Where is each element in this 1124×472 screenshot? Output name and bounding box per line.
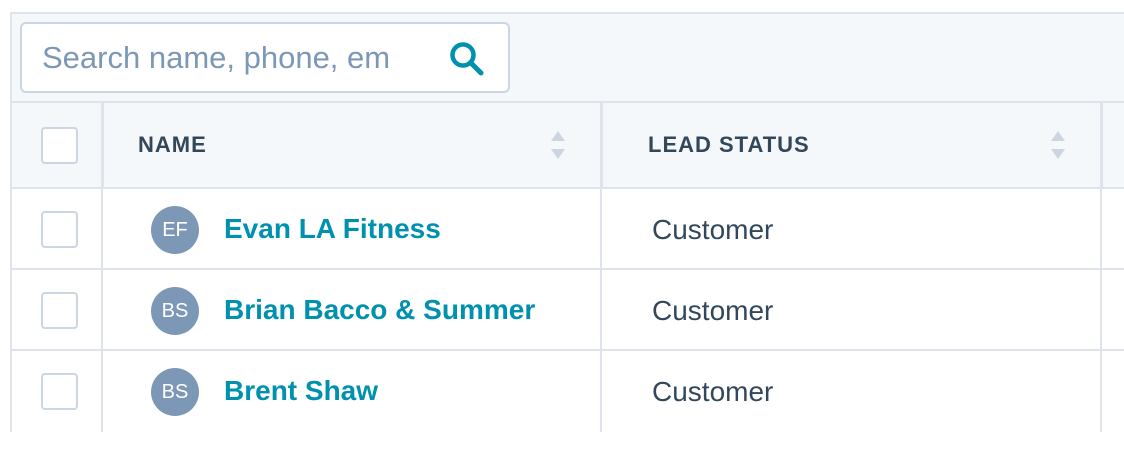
cell-divider xyxy=(1100,270,1102,349)
contact-name-link[interactable]: Brent Shaw xyxy=(224,375,378,407)
column-header-lead-status[interactable]: LEAD STATUS xyxy=(648,103,810,187)
select-all-checkbox[interactable] xyxy=(41,127,78,164)
search-icon[interactable] xyxy=(448,40,486,78)
cell-divider xyxy=(101,189,103,268)
lead-status-value: Customer xyxy=(652,295,774,326)
cell-divider xyxy=(600,189,602,268)
column-divider[interactable] xyxy=(600,103,603,187)
row-checkbox[interactable] xyxy=(41,211,78,248)
cell-divider xyxy=(600,270,602,349)
column-divider[interactable] xyxy=(1100,103,1103,187)
table-header: NAME LEAD STATUS xyxy=(12,101,1124,189)
avatar: BS xyxy=(151,368,199,416)
cell-divider xyxy=(1100,351,1102,432)
column-divider[interactable] xyxy=(101,103,104,187)
search-box[interactable] xyxy=(20,22,510,93)
table-row: EF Evan LA Fitness Customer xyxy=(12,189,1124,270)
avatar: BS xyxy=(151,287,199,335)
contact-name-link[interactable]: Evan LA Fitness xyxy=(224,213,441,245)
row-checkbox[interactable] xyxy=(41,373,78,410)
cell-divider xyxy=(1100,189,1102,268)
lead-status-value: Customer xyxy=(652,214,774,245)
lead-status-value: Customer xyxy=(652,376,774,407)
avatar: EF xyxy=(151,206,199,254)
sort-icon[interactable] xyxy=(550,130,566,160)
column-header-name[interactable]: NAME xyxy=(138,103,207,187)
cell-divider xyxy=(101,351,103,432)
cell-divider xyxy=(600,351,602,432)
sort-icon[interactable] xyxy=(1050,130,1066,160)
table-row: BS Brent Shaw Customer xyxy=(12,351,1124,432)
cell-divider xyxy=(101,270,103,349)
table-toolbar xyxy=(12,14,1124,101)
contact-name-link[interactable]: Brian Bacco & Summer xyxy=(224,294,535,326)
search-input[interactable] xyxy=(42,24,432,91)
table-row: BS Brian Bacco & Summer Customer xyxy=(12,270,1124,351)
contacts-table-panel: NAME LEAD STATUS EF Evan LA Fitness Cust… xyxy=(10,12,1124,432)
row-checkbox[interactable] xyxy=(41,292,78,329)
